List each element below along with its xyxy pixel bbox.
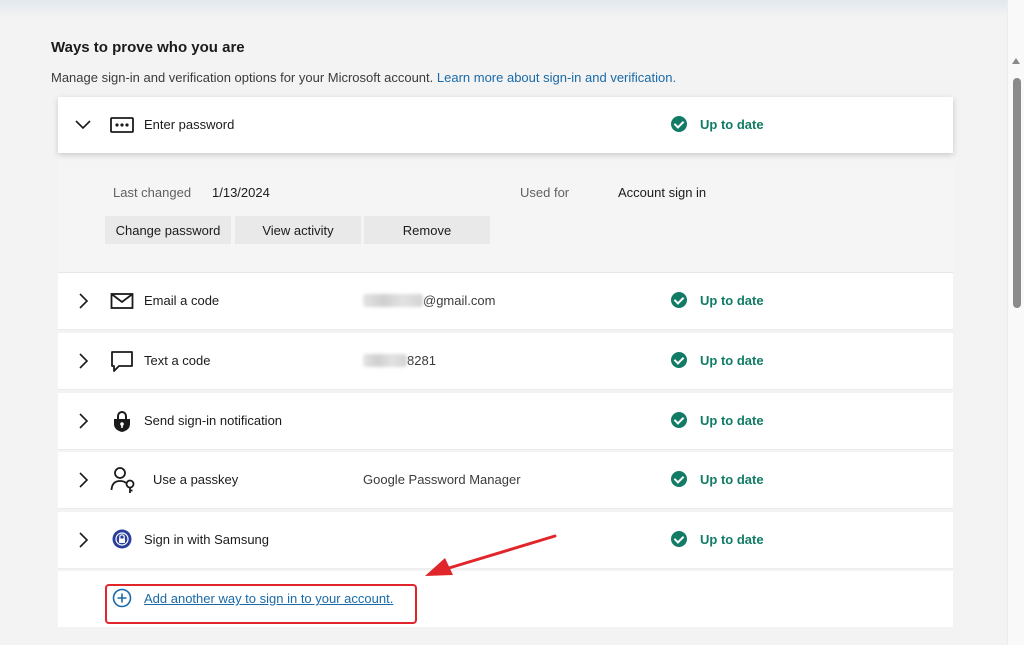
check-circle-icon <box>671 116 687 132</box>
method-row-email[interactable]: Email a code @gmail.com Up to date <box>58 273 953 330</box>
check-circle-icon <box>671 412 687 428</box>
remove-button[interactable]: Remove <box>364 216 490 244</box>
chevron-right-icon[interactable] <box>74 292 92 310</box>
status-badge: Up to date <box>671 531 764 547</box>
method-row-passkey[interactable]: Use a passkey Google Password Manager Up… <box>58 452 953 509</box>
description-text: Manage sign-in and verification options … <box>51 70 434 85</box>
scrollbar[interactable] <box>1007 0 1024 645</box>
page-title: Ways to prove who you are <box>51 39 245 56</box>
method-row-notification[interactable]: Send sign-in notification Up to date <box>58 393 953 450</box>
used-for-value: Account sign in <box>618 185 707 200</box>
method-label: Enter password <box>144 117 235 132</box>
status-text: Up to date <box>700 531 764 547</box>
check-circle-icon <box>671 352 687 368</box>
method-label: Sign in with Samsung <box>144 532 270 547</box>
page-description: Manage sign-in and verification options … <box>51 70 676 85</box>
method-detail: Google Password Manager <box>363 472 521 487</box>
view-activity-button[interactable]: View activity <box>235 216 361 244</box>
last-changed-value: 1/13/2024 <box>212 185 270 200</box>
redacted-text <box>363 354 407 367</box>
chat-icon <box>111 351 133 372</box>
samsung-icon <box>112 529 132 549</box>
top-fade <box>0 0 1008 18</box>
password-icon <box>110 117 134 133</box>
check-circle-icon <box>671 531 687 547</box>
method-label: Text a code <box>144 353 211 368</box>
status-badge: Up to date <box>671 471 764 487</box>
chevron-right-icon[interactable] <box>74 412 92 430</box>
add-sign-in-method-link[interactable]: Add another way to sign in to your accou… <box>144 591 393 606</box>
status-text: Up to date <box>700 471 764 487</box>
status-text: Up to date <box>700 352 764 368</box>
status-badge: Up to date <box>671 352 764 368</box>
used-for-label: Used for <box>520 185 570 200</box>
email-suffix: @gmail.com <box>423 293 496 308</box>
status-badge: Up to date <box>671 412 764 428</box>
scroll-thumb[interactable] <box>1013 78 1021 308</box>
last-changed-label: Last changed <box>113 185 192 200</box>
redacted-text <box>363 294 423 307</box>
method-detail: @gmail.com <box>363 293 495 308</box>
status-badge: Up to date <box>671 116 764 132</box>
chevron-right-icon[interactable] <box>74 352 92 370</box>
method-row-password[interactable]: Enter password Up to date <box>58 97 953 153</box>
check-circle-icon <box>671 292 687 308</box>
check-circle-icon <box>671 471 687 487</box>
status-text: Up to date <box>700 412 764 428</box>
scroll-up-arrow-icon[interactable] <box>1012 58 1020 64</box>
annotation-arrow-icon <box>425 534 557 576</box>
method-detail: 8281 <box>363 353 436 368</box>
learn-more-link[interactable]: Learn more about sign-in and verificatio… <box>437 70 676 85</box>
passkey-icon <box>110 467 135 493</box>
email-icon <box>110 293 134 309</box>
method-row-text[interactable]: Text a code 8281 Up to date <box>58 333 953 390</box>
chevron-right-icon[interactable] <box>74 471 92 489</box>
method-label: Email a code <box>144 293 220 308</box>
method-label: Use a passkey <box>153 472 239 487</box>
chevron-right-icon[interactable] <box>74 531 92 549</box>
lock-shield-icon <box>114 411 130 432</box>
change-password-button[interactable]: Change password <box>105 216 231 244</box>
password-details-panel: Last changed 1/13/2024 Used for Account … <box>58 154 953 273</box>
method-label: Send sign-in notification <box>144 413 283 428</box>
status-text: Up to date <box>700 292 764 308</box>
chevron-down-icon[interactable] <box>74 116 92 134</box>
status-text: Up to date <box>700 116 764 132</box>
add-circle-icon[interactable] <box>112 588 132 608</box>
phone-suffix: 8281 <box>407 353 436 368</box>
status-badge: Up to date <box>671 292 764 308</box>
